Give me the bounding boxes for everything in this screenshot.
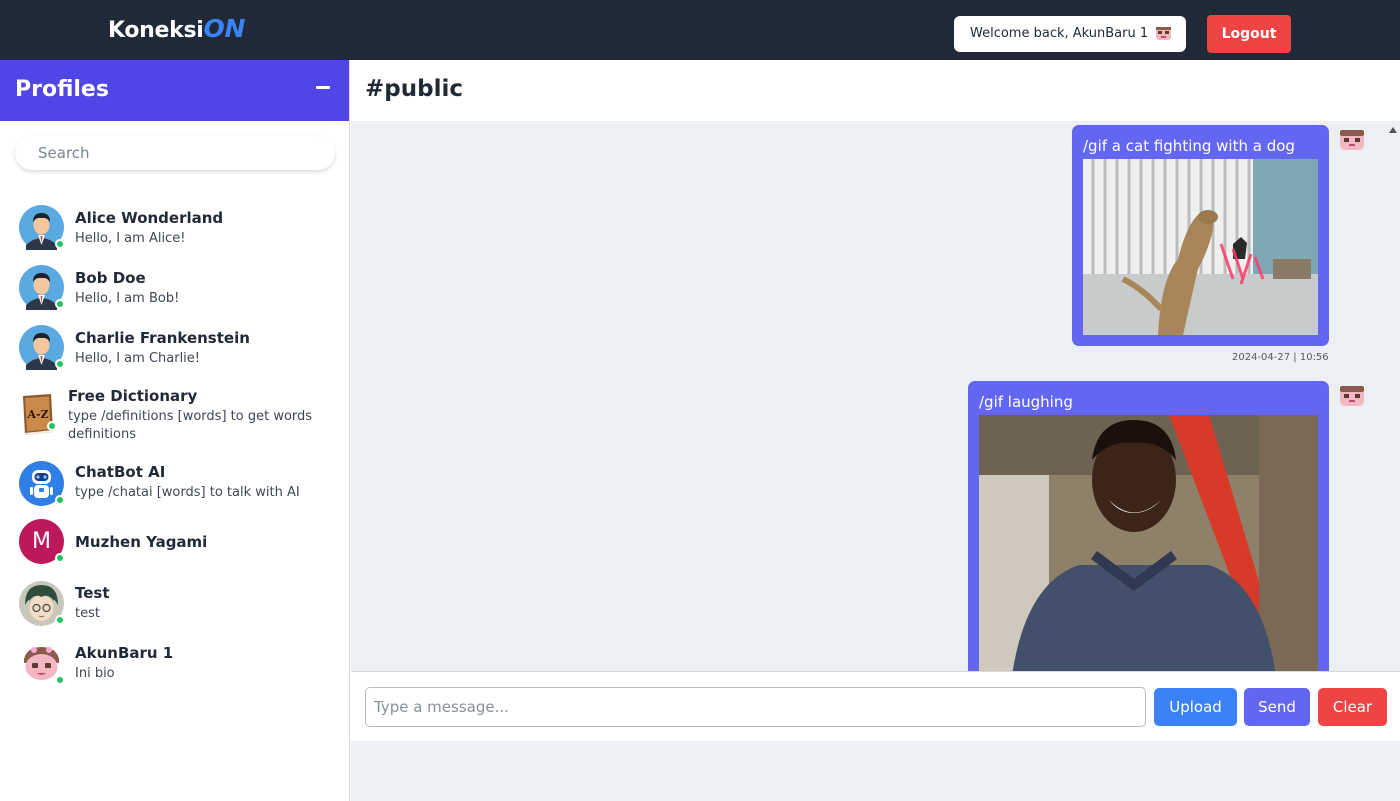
profile-bio: Hello, I am Charlie!: [75, 351, 201, 366]
man-suit-icon: [19, 265, 65, 310]
message-scrollbar[interactable]: [1386, 121, 1400, 671]
send-button[interactable]: Send: [1244, 688, 1310, 726]
profile-item-charlie-frankenstein[interactable]: Charlie Frankenstein Hello, I am Charlie…: [0, 322, 350, 382]
online-status-dot: [55, 675, 65, 685]
message-list[interactable]: /gif a cat fighting with a dog 2024-04-2…: [351, 121, 1400, 671]
app-logo[interactable]: KoneksiON: [108, 14, 245, 43]
channel-header: #public: [351, 60, 1400, 121]
profile-item-muzhen-yagami[interactable]: M Muzhen Yagami: [0, 518, 350, 578]
profile-name: Bob Doe: [75, 269, 146, 287]
online-status-dot: [55, 553, 65, 563]
online-status-dot: [55, 615, 65, 625]
channel-title: #public: [365, 76, 463, 102]
message-text: /gif a cat fighting with a dog: [1083, 137, 1295, 155]
profile-name: AkunBaru 1: [75, 644, 174, 662]
message-text: /gif laughing: [979, 393, 1073, 411]
profile-name: ChatBot AI: [75, 463, 166, 481]
scroll-up-arrow-icon[interactable]: [1389, 127, 1397, 133]
sender-avatar-icon: [1340, 130, 1364, 150]
letter-avatar: M: [19, 519, 65, 564]
sender-avatar-icon: [1340, 386, 1364, 406]
user-avatar-icon: [1156, 27, 1171, 40]
logo-text: Koneksi: [108, 18, 204, 43]
minus-icon[interactable]: [316, 86, 330, 89]
profile-bio: Ini bio: [75, 666, 115, 681]
search-input[interactable]: [15, 136, 335, 170]
man-suit-icon: [19, 325, 65, 370]
clear-button[interactable]: Clear: [1318, 688, 1387, 726]
profile-name: Free Dictionary: [68, 387, 198, 405]
search-box: [15, 136, 335, 170]
profile-bio: Hello, I am Alice!: [75, 231, 186, 246]
profile-item-chatbot-ai[interactable]: ChatBot AI type /chatai [words] to talk …: [0, 458, 350, 518]
profile-name: Test: [75, 584, 110, 602]
online-status-dot: [55, 239, 65, 249]
online-status-dot: [55, 495, 65, 505]
profile-name: Alice Wonderland: [75, 209, 224, 227]
top-navbar: KoneksiON Welcome back, AkunBaru 1 Logou…: [0, 0, 1400, 60]
profile-item-akunbaru-1[interactable]: AkunBaru 1 Ini bio: [0, 638, 350, 698]
anime-character-icon: [19, 581, 65, 626]
sidebar-title: Profiles: [15, 77, 109, 102]
message-timestamp: 2024-04-27 | 10:56: [1232, 352, 1329, 363]
message-input[interactable]: [365, 687, 1146, 727]
online-status-dot: [55, 359, 65, 369]
profile-bio: Hello, I am Bob!: [75, 291, 180, 306]
message-bubble: /gif laughing: [968, 381, 1329, 671]
online-status-dot: [55, 299, 65, 309]
logo-accent-text: ON: [203, 14, 246, 43]
message-bubble: /gif a cat fighting with a dog: [1072, 125, 1329, 346]
sidebar-header: Profiles: [0, 60, 349, 121]
pink-character-icon: [19, 641, 65, 686]
profile-item-free-dictionary[interactable]: A-Z Free Dictionary type /definitions [w…: [0, 382, 350, 444]
logout-button[interactable]: Logout: [1207, 15, 1291, 53]
robot-icon: [19, 461, 65, 506]
upload-button[interactable]: Upload: [1154, 688, 1237, 726]
welcome-badge: Welcome back, AkunBaru 1: [954, 16, 1186, 52]
gif-cat-dog-image[interactable]: [1083, 159, 1318, 335]
dictionary-book-icon: A-Z: [19, 392, 57, 437]
profile-item-test[interactable]: Test test: [0, 578, 350, 638]
chat-panel: #public /gif a cat fighting with a dog 2…: [351, 60, 1400, 801]
svg-text:A-Z: A-Z: [26, 408, 48, 421]
gif-laughing-man-image[interactable]: [979, 415, 1318, 671]
profile-bio: type /chatai [words] to talk with AI: [75, 485, 300, 500]
profiles-sidebar: Profiles Alice Wonderland Hello, I am Al…: [0, 60, 350, 801]
man-suit-icon: [19, 205, 65, 250]
profile-name: Muzhen Yagami: [75, 533, 208, 551]
profile-item-bob-doe[interactable]: Bob Doe Hello, I am Bob!: [0, 262, 350, 322]
profile-item-alice-wonderland[interactable]: Alice Wonderland Hello, I am Alice!: [0, 202, 350, 262]
message-composer: Upload Send Clear: [351, 671, 1400, 741]
profile-bio: type /definitions [words] to get words d…: [68, 409, 313, 442]
profile-bio: test: [75, 606, 100, 621]
online-status-dot: [47, 421, 57, 431]
welcome-text: Welcome back, AkunBaru 1: [970, 26, 1149, 41]
profile-name: Charlie Frankenstein: [75, 329, 250, 347]
